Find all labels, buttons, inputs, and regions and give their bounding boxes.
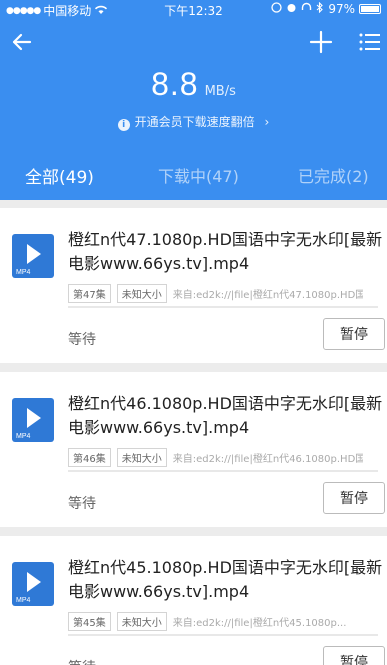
tab-all[interactable]: 全部(49) [25,163,94,188]
list-menu-icon[interactable] [358,30,382,54]
file-title: 橙红n代47.1080p.HD国语中字无水印[最新电影www.66ys.tv].… [68,230,383,273]
video-file-icon: MP4 [12,562,54,606]
header: ●●●●● 中国移动 下午12:32 97% 8.8 MB/s i 开通会员下载… [0,0,387,200]
tab-completed[interactable]: 已完成(2) [298,163,369,187]
download-item[interactable]: MP4 橙红n代47.1080p.HD国语中字无水印[最新电影www.66ys.… [0,208,387,363]
pause-button[interactable]: 暂停 [323,482,385,514]
rotation-lock-icon [271,2,282,16]
speed-unit: MB/s [204,84,236,99]
download-item[interactable]: MP4 橙红n代46.1080p.HD国语中字无水印[最新电影www.66ys.… [0,372,387,527]
download-state: 等待 [68,332,96,348]
progress-bar [68,306,378,308]
add-icon[interactable] [309,30,333,54]
headphones-icon [301,2,312,16]
back-arrow-icon[interactable] [10,30,34,54]
episode-chip: 第46集 [68,448,111,467]
tab-bar: 全部(49) 下载中(47) 已完成(2) [0,163,387,193]
video-file-icon: MP4 [12,398,54,442]
source-text: 来自:ed2k://|file|橙红n代47.1080p.HD国语中字无水印 [172,290,363,301]
promo-text: 开通会员下载速度翻倍 [134,115,255,129]
pause-button[interactable]: 暂停 [323,318,385,350]
pause-button[interactable]: 暂停 [323,646,385,665]
file-title: 橙红n代45.1080p.HD国语中字无水印[最新电影www.66ys.tv].… [68,558,383,601]
bluetooth-icon [316,1,324,16]
source-text: 来自:ed2k://|file|橙红n代45.1080p... [172,618,347,629]
file-title: 橙红n代46.1080p.HD国语中字无水印[最新电影www.66ys.tv].… [68,394,383,437]
episode-chip: 第47集 [68,284,111,303]
progress-bar [68,634,378,636]
progress-bar [68,470,378,472]
size-chip: 未知大小 [116,284,167,303]
size-chip: 未知大小 [116,448,167,467]
battery-percent: 97% [328,2,355,16]
chevron-right-icon: › [264,115,270,129]
download-speed: 8.8 MB/s [0,66,387,103]
download-item[interactable]: MP4 橙红n代45.1080p.HD国语中字无水印[最新电影www.66ys.… [0,536,387,665]
source-text: 来自:ed2k://|file|橙红n代46.1080p.HD国语中字无水印 [172,454,363,465]
episode-chip: 第45集 [68,612,111,631]
info-icon: i [117,119,130,131]
battery-icon [359,4,381,14]
status-bar: ●●●●● 中国移动 下午12:32 97% [0,0,387,20]
alarm-icon [286,2,297,16]
download-state: 等待 [68,496,96,512]
size-chip: 未知大小 [116,612,167,631]
tab-downloading[interactable]: 下载中(47) [158,163,239,187]
download-state: 等待 [68,657,96,665]
video-file-icon: MP4 [12,234,54,278]
speed-value: 8.8 [151,66,199,102]
vip-promo-link[interactable]: i 开通会员下载速度翻倍 › [0,113,387,131]
